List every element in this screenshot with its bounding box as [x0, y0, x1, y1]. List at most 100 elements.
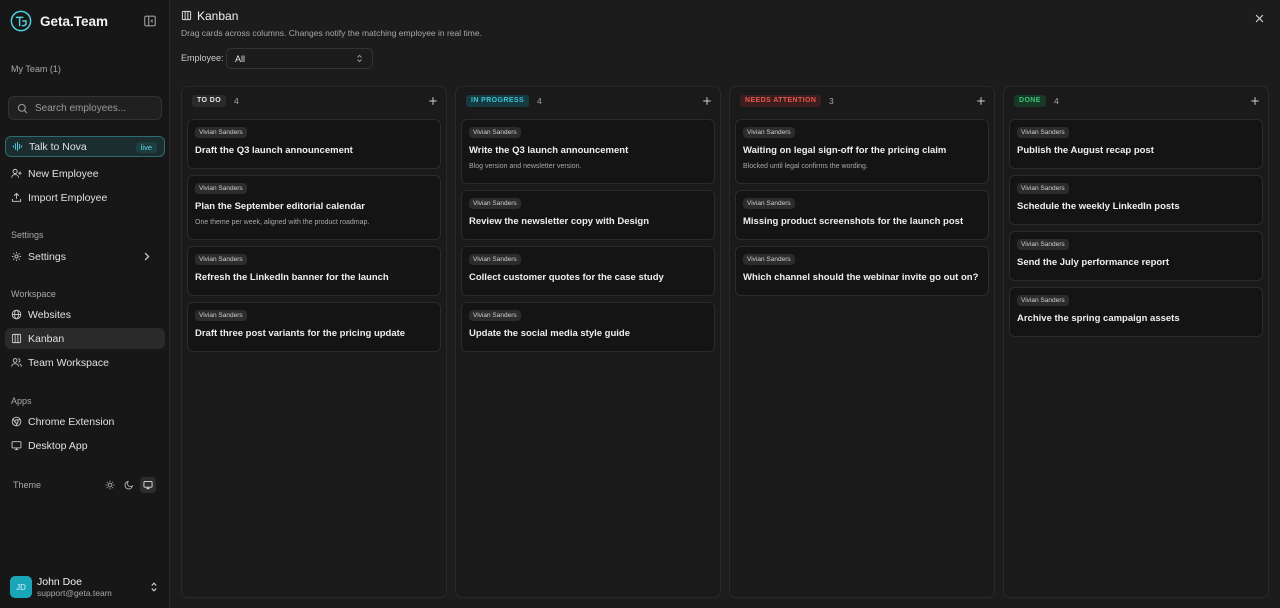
user-email: support@geta.team: [37, 588, 112, 598]
users-icon: [11, 358, 22, 367]
apps-section-label: Apps: [11, 396, 32, 406]
kanban-card[interactable]: Vivian Sanders Refresh the LinkedIn banne…: [187, 246, 441, 296]
sun-icon: [105, 480, 115, 490]
kanban-icon: [11, 333, 22, 344]
kanban-card[interactable]: Vivian Sanders Schedule the weekly Linked…: [1009, 175, 1263, 225]
settings-label: Settings: [28, 250, 66, 263]
card-assignee-tag: Vivian Sanders: [1017, 239, 1069, 250]
gear-icon: [12, 252, 21, 261]
column-status-badge: IN PROGRESS: [466, 95, 530, 107]
card-assignee-tag: Vivian Sanders: [195, 310, 247, 321]
card-assignee-tag: Vivian Sanders: [195, 127, 247, 138]
search-input[interactable]: [35, 102, 155, 114]
search-icon: [17, 103, 28, 113]
card-title: Schedule the weekly LinkedIn posts: [1017, 201, 1180, 212]
moon-icon: [124, 480, 134, 490]
websites-label: Websites: [28, 308, 71, 321]
sidebar-item-desktop-app[interactable]: Desktop App: [5, 435, 165, 456]
add-card-plus-icon[interactable]: [428, 96, 438, 106]
user-plus-icon: [11, 168, 22, 178]
close-icon[interactable]: [1254, 13, 1265, 24]
column-count: 4: [537, 96, 542, 106]
kanban-label: Kanban: [28, 332, 65, 345]
card-title: Refresh the LinkedIn banner for the laun…: [195, 272, 389, 283]
chevrons-up-down-icon: [151, 582, 157, 592]
workspace-section-label: Workspace: [11, 289, 56, 299]
theme-dark-button[interactable]: [121, 477, 137, 493]
sidebar-item-chrome-extension[interactable]: Chrome Extension: [5, 411, 165, 432]
team-label: My Team (1): [11, 64, 61, 74]
employee-filter-label: Employee:: [181, 53, 224, 63]
brand[interactable]: Geta.Team: [10, 10, 108, 32]
card-title: Missing product screenshots for the laun…: [743, 216, 964, 227]
column-count: 4: [1054, 96, 1059, 106]
monitor-icon: [11, 441, 22, 451]
audio-wave-icon: [12, 141, 23, 152]
geta-logo-icon: [10, 10, 32, 32]
employee-filter-select[interactable]: All: [226, 48, 373, 69]
kanban-card[interactable]: Vivian Sanders Which channel should the w…: [735, 246, 989, 296]
card-title: Publish the August recap post: [1017, 145, 1154, 156]
import-employee-label: Import Employee: [28, 191, 108, 204]
card-assignee-tag: Vivian Sanders: [469, 198, 521, 209]
search-box[interactable]: [8, 96, 162, 120]
employee-filter-value: All: [235, 53, 246, 64]
chevron-right-icon: [144, 252, 150, 261]
chrome-icon: [11, 416, 22, 427]
team-workspace-label: Team Workspace: [28, 356, 109, 369]
globe-icon: [11, 309, 22, 320]
card-title: Update the social media style guide: [469, 328, 631, 339]
talk-to-nova-button[interactable]: Talk to Nova live: [5, 136, 165, 157]
sidebar: Geta.Team My Team (1) Talk to Nova live …: [0, 0, 170, 608]
add-card-plus-icon[interactable]: [702, 96, 712, 106]
card-description: Blocked until legal confirms the wording…: [743, 163, 868, 170]
user-menu[interactable]: JD John Doe support@geta.team: [10, 575, 160, 599]
brand-name: Geta.Team: [40, 13, 109, 29]
add-card-plus-icon[interactable]: [976, 96, 986, 106]
avatar: JD: [10, 576, 32, 598]
card-assignee-tag: Vivian Sanders: [743, 254, 795, 265]
kanban-card[interactable]: Vivian Sanders Archive the spring campaig…: [1009, 287, 1263, 337]
column-status-badge: NEEDS ATTENTION: [740, 95, 822, 107]
card-title: Draft the Q3 launch announcement: [195, 145, 353, 156]
kanban-icon: [181, 10, 192, 21]
column-status-badge: TO DO: [192, 95, 227, 107]
sidebar-item-kanban[interactable]: Kanban: [5, 328, 165, 349]
chrome-extension-label: Chrome Extension: [28, 415, 115, 428]
kanban-column-todo[interactable]: TO DO 4 Vivian Sanders Draft the Q3 launch …: [181, 86, 447, 598]
sidebar-toggle-icon[interactable]: [143, 14, 157, 28]
kanban-card[interactable]: Vivian Sanders Review the newsletter copy…: [461, 190, 715, 240]
card-assignee-tag: Vivian Sanders: [469, 254, 521, 265]
kanban-card[interactable]: Vivian Sanders Draft the Q3 launch announ…: [187, 119, 441, 169]
kanban-card[interactable]: Vivian Sanders Plan the September editori…: [187, 175, 441, 240]
card-assignee-tag: Vivian Sanders: [195, 254, 247, 265]
card-assignee-tag: Vivian Sanders: [469, 127, 521, 138]
kanban-column-needs-attention[interactable]: NEEDS ATTENTION 3 Vivian Sanders Waiting on…: [729, 86, 995, 598]
kanban-card[interactable]: Vivian Sanders Write the Q3 launch announ…: [461, 119, 715, 184]
import-employee-button[interactable]: Import Employee: [5, 187, 165, 208]
kanban-column-in-progress[interactable]: IN PROGRESS 4 Vivian Sanders Write the Q3 l…: [455, 86, 721, 598]
card-description: One theme per week, aligned with the pro…: [195, 219, 370, 226]
sidebar-item-settings[interactable]: Settings: [5, 246, 165, 267]
theme-label: Theme: [13, 480, 42, 490]
sidebar-item-websites[interactable]: Websites: [5, 304, 165, 325]
new-employee-button[interactable]: New Employee: [5, 163, 165, 184]
sidebar-item-team-workspace[interactable]: Team Workspace: [5, 352, 165, 373]
page-title: Kanban: [197, 9, 239, 23]
add-card-plus-icon[interactable]: [1250, 96, 1260, 106]
kanban-column-done[interactable]: DONE 4 Vivian Sanders Publish the August re…: [1003, 86, 1269, 598]
theme-system-button[interactable]: [140, 477, 156, 493]
kanban-card[interactable]: Vivian Sanders Missing product screenshot…: [735, 190, 989, 240]
new-employee-label: New Employee: [28, 167, 99, 180]
kanban-card[interactable]: Vivian Sanders Update the social media st…: [461, 302, 715, 352]
theme-switcher: Theme: [13, 477, 158, 493]
card-title: Which channel should the webinar invite …: [743, 272, 979, 283]
kanban-card[interactable]: Vivian Sanders Publish the August recap p…: [1009, 119, 1263, 169]
card-title: Write the Q3 launch announcement: [469, 145, 629, 156]
kanban-card[interactable]: Vivian Sanders Collect customer quotes fo…: [461, 246, 715, 296]
kanban-card[interactable]: Vivian Sanders Send the July performance …: [1009, 231, 1263, 281]
kanban-card[interactable]: Vivian Sanders Draft three post variants …: [187, 302, 441, 352]
theme-light-button[interactable]: [102, 477, 118, 493]
kanban-card[interactable]: Vivian Sanders Waiting on legal sign-off …: [735, 119, 989, 184]
card-assignee-tag: Vivian Sanders: [743, 198, 795, 209]
